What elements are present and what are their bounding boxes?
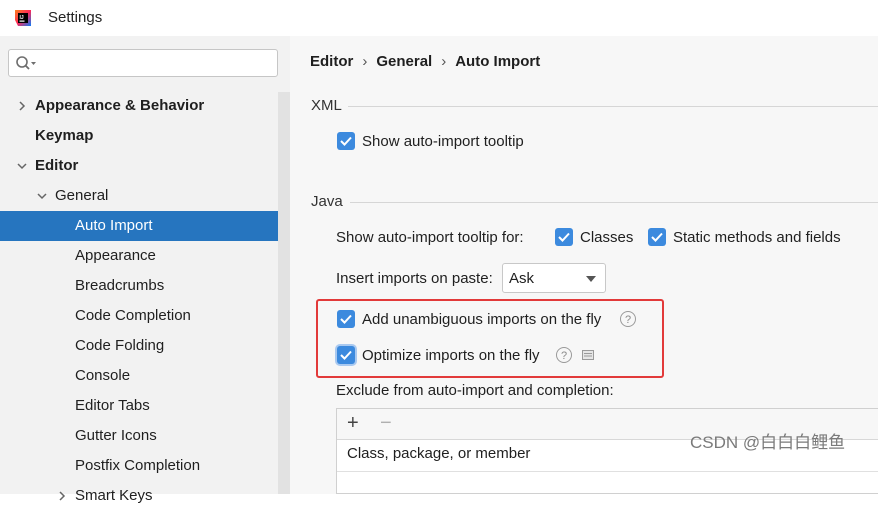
xml-show-tooltip-checkbox[interactable] [337,132,355,150]
sidebar-item-editor[interactable]: Editor [0,151,290,181]
table-divider [337,471,878,472]
sidebar-item-label: Keymap [35,127,94,144]
settings-sidebar: Appearance & Behavior Keymap Editor Gene… [0,36,290,504]
window-title: Settings [48,9,103,26]
checkmark-icon [340,136,352,146]
sidebar-item-editor-tabs[interactable]: Editor Tabs [0,391,290,421]
sidebar-scrollbar[interactable] [278,92,290,494]
settings-content: Editor › General › Auto Import XML Show auto… [290,36,878,494]
chevron-down-icon[interactable] [36,190,48,202]
insert-imports-dropdown[interactable]: Ask [502,263,606,293]
sidebar-item-auto-import[interactable]: Auto Import [0,211,290,241]
sidebar-item-label: Breadcrumbs [75,277,165,294]
add-unambiguous-label[interactable]: Add unambiguous imports on the fly [362,311,601,328]
sidebar-item-label: General [55,187,109,204]
static-methods-label[interactable]: Static methods and fields [673,229,841,246]
section-divider [350,202,878,203]
checkmark-icon [651,232,663,242]
sidebar-item-code-folding[interactable]: Code Folding [0,331,290,361]
sidebar-item-label: Appearance & Behavior [35,97,205,114]
intellij-logo-icon: IJ [15,10,31,26]
breadcrumb-general[interactable]: General [376,53,432,70]
optimize-imports-label[interactable]: Optimize imports on the fly [362,347,540,364]
add-icon[interactable]: + [347,412,359,434]
sidebar-item-postfix-completion[interactable]: Postfix Completion [0,451,290,481]
chevron-down-icon[interactable] [16,160,28,172]
help-icon[interactable]: ? [556,347,572,363]
chevron-right-icon[interactable] [16,100,28,112]
insert-imports-value: Ask [509,270,535,287]
breadcrumb-editor[interactable]: Editor [310,53,353,70]
static-methods-checkbox[interactable] [648,228,666,246]
xml-section-title: XML [311,97,342,114]
svg-text:IJ: IJ [20,15,24,21]
breadcrumb-auto-import: Auto Import [455,53,541,70]
sidebar-item-appearance-behavior[interactable]: Appearance & Behavior [0,91,290,121]
tooltip-for-label: Show auto-import tooltip for: [336,229,524,246]
chevron-right-icon[interactable] [56,490,68,502]
sidebar-item-keymap[interactable]: Keymap [0,121,290,151]
checkmark-icon [340,350,352,360]
sidebar-item-label: Console [75,367,131,384]
sidebar-item-label: Editor Tabs [75,397,150,414]
classes-checkbox[interactable] [555,228,573,246]
search-input[interactable] [8,49,278,77]
sidebar-item-appearance[interactable]: Appearance [0,241,290,271]
watermark-text: CSDN @白白白鲤鱼 [690,433,846,452]
sidebar-item-label: Appearance [75,247,156,264]
sidebar-item-breadcrumbs[interactable]: Breadcrumbs [0,271,290,301]
sidebar-item-general[interactable]: General [0,181,290,211]
sidebar-item-label: Code Completion [75,307,191,324]
add-unambiguous-checkbox[interactable] [337,310,355,328]
sidebar-item-console[interactable]: Console [0,361,290,391]
breadcrumb-separator: › [362,53,368,70]
java-section-title: Java [311,193,343,210]
sidebar-item-gutter-icons[interactable]: Gutter Icons [0,421,290,451]
checkmark-icon [558,232,570,242]
optimize-imports-checkbox[interactable] [337,346,355,364]
scope-settings-icon[interactable] [582,349,594,361]
table-column-header[interactable]: Class, package, or member [347,445,530,462]
remove-icon[interactable]: − [380,412,392,434]
sidebar-item-label: Postfix Completion [75,457,201,474]
title-bar: IJ Settings [0,0,878,36]
exclude-label: Exclude from auto-import and completion: [336,382,614,399]
sidebar-item-code-completion[interactable]: Code Completion [0,301,290,331]
sidebar-item-smart-keys[interactable]: Smart Keys [0,481,290,511]
checkmark-icon [340,314,352,324]
dropdown-arrow-icon [586,276,596,282]
section-divider [348,106,878,107]
insert-imports-label: Insert imports on paste: [336,270,493,287]
sidebar-item-label: Gutter Icons [75,427,157,444]
breadcrumb: Editor › General › Auto Import [310,53,540,70]
sidebar-item-label: Code Folding [75,337,165,354]
help-icon[interactable]: ? [620,311,636,327]
sidebar-item-label: Smart Keys [75,487,153,504]
breadcrumb-separator: › [441,53,447,70]
search-icon [16,56,36,70]
sidebar-item-label: Auto Import [75,217,153,234]
sidebar-item-label: Editor [35,157,79,174]
xml-show-tooltip-label[interactable]: Show auto-import tooltip [362,133,524,150]
classes-label[interactable]: Classes [580,229,633,246]
